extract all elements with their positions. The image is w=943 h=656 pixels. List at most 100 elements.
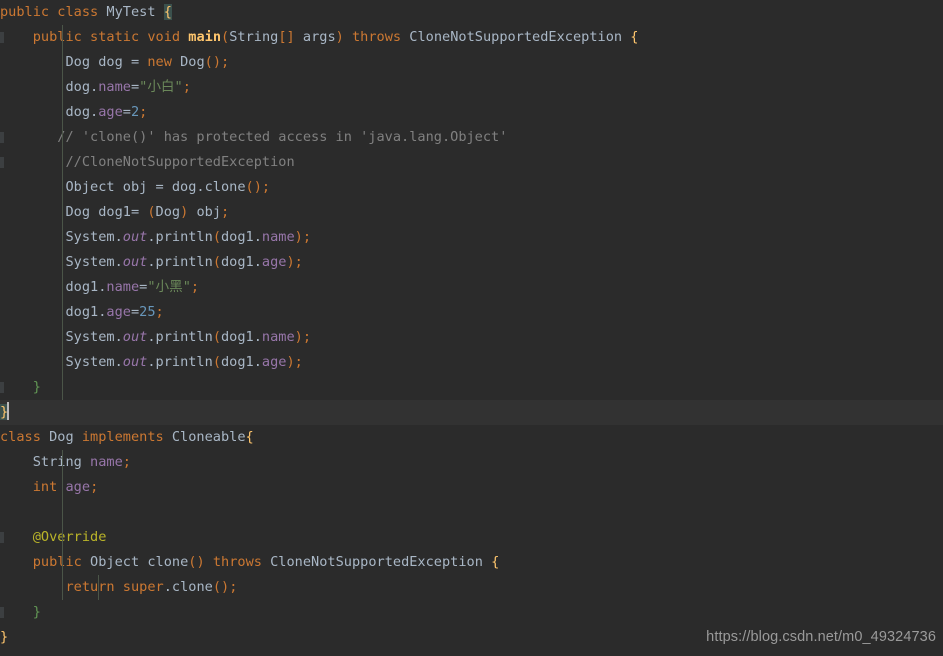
code-line[interactable]: return super.clone(); — [0, 575, 943, 600]
code-line[interactable]: public Object clone() throws CloneNotSup… — [0, 550, 943, 575]
code-token: ; — [90, 479, 99, 495]
indent-guide — [62, 450, 63, 600]
code-token: name — [90, 454, 123, 470]
code-token: ( — [147, 204, 156, 220]
code-token: ; — [182, 79, 191, 95]
code-token: dog.clone — [163, 179, 246, 195]
code-token: = — [130, 79, 140, 95]
code-token: ; — [294, 254, 303, 270]
code-token: String — [0, 454, 91, 470]
code-line[interactable]: int age; — [0, 475, 943, 500]
code-line[interactable]: System.out.println(dog1.age); — [0, 250, 943, 275]
code-token: String — [229, 29, 279, 45]
code-token: Dog — [171, 54, 205, 70]
code-token: out — [122, 329, 148, 345]
code-line[interactable]: public class MyTest { — [0, 0, 943, 25]
code-token: ; — [294, 354, 303, 370]
code-token: dog1. — [221, 329, 262, 345]
code-line[interactable]: @Override — [0, 525, 943, 550]
code-token: } — [32, 379, 41, 395]
code-line[interactable]: dog1.age=25; — [0, 300, 943, 325]
code-editor[interactable]: public class MyTest { public static void… — [0, 0, 943, 656]
code-line[interactable]: } — [0, 400, 943, 425]
code-line[interactable] — [0, 500, 943, 525]
code-token: } — [32, 604, 41, 620]
code-token: out — [122, 354, 148, 370]
code-token: { — [491, 554, 500, 570]
code-token: ) — [294, 329, 303, 345]
code-token: out — [122, 254, 148, 270]
code-token: dog1. — [221, 229, 262, 245]
code-line[interactable]: } — [0, 375, 943, 400]
code-line[interactable]: dog.age=2; — [0, 100, 943, 125]
code-token: ; — [221, 54, 230, 70]
code-token: implements — [81, 429, 164, 445]
code-line[interactable]: dog.name="小白"; — [0, 75, 943, 100]
code-token: public — [0, 4, 50, 20]
code-token: "小黑" — [147, 279, 191, 295]
code-token: dog1. — [0, 304, 107, 320]
code-token: ( — [212, 254, 221, 270]
code-token: 25 — [139, 304, 156, 320]
code-token: dog1. — [221, 254, 262, 270]
code-token: () — [245, 179, 262, 195]
code-line[interactable]: dog1.name="小黑"; — [0, 275, 943, 300]
indent-guide — [62, 25, 63, 400]
code-token: age — [65, 479, 91, 495]
code-token: dog1. — [221, 354, 262, 370]
code-token: = — [155, 179, 164, 195]
code-token: @Override — [32, 529, 107, 545]
code-token: name — [261, 229, 295, 245]
code-token: ( — [221, 29, 230, 45]
code-token: throws — [352, 29, 402, 45]
code-token: class — [0, 429, 41, 445]
code-token: dog. — [0, 79, 99, 95]
code-token: ( — [212, 329, 221, 345]
code-token: () — [212, 579, 230, 595]
code-token: { — [245, 429, 254, 445]
code-token: Cloneable — [163, 429, 246, 445]
code-token: super — [122, 579, 164, 595]
code-token: () — [204, 54, 222, 70]
code-token: ) — [286, 354, 295, 370]
code-token: //CloneNotSupportedException — [65, 154, 295, 170]
code-line[interactable]: Dog dog = new Dog(); — [0, 50, 943, 75]
code-token: .clone — [163, 579, 213, 595]
code-token: = — [122, 104, 131, 120]
code-token: ; — [190, 279, 200, 295]
code-line[interactable]: class Dog implements Cloneable{ — [0, 425, 943, 450]
code-line[interactable]: System.out.println(dog1.age); — [0, 350, 943, 375]
code-token: ( — [212, 229, 221, 245]
code-token: ( — [212, 354, 221, 370]
code-line[interactable]: System.out.println(dog1.name); — [0, 325, 943, 350]
code-token: main — [188, 29, 222, 45]
code-token: age — [261, 354, 287, 370]
code-token: ) — [335, 29, 344, 45]
code-line[interactable]: String name; — [0, 450, 943, 475]
code-line[interactable]: Object obj = dog.clone(); — [0, 175, 943, 200]
code-token: } — [0, 629, 9, 645]
code-token: = — [130, 304, 140, 320]
code-line[interactable]: public static void main(String[] args) t… — [0, 25, 943, 50]
code-token: () — [188, 554, 205, 570]
code-token: MyTest — [106, 4, 156, 20]
code-line[interactable]: Dog dog1= (Dog) obj; — [0, 200, 943, 225]
code-token: CloneNotSupportedException — [401, 29, 631, 45]
code-line[interactable]: } — [0, 600, 943, 625]
code-token: .println — [147, 354, 213, 370]
watermark-url: https://blog.csdn.net/m0_49324736 — [706, 629, 936, 645]
code-token: { — [163, 4, 172, 20]
code-line[interactable]: //CloneNotSupportedException — [0, 150, 943, 175]
code-line[interactable]: // 'clone()' has protected access in 'ja… — [0, 125, 943, 150]
indent-guide — [98, 575, 99, 600]
code-line[interactable]: System.out.println(dog1.name); — [0, 225, 943, 250]
code-token: int — [32, 479, 58, 495]
code-token: .println — [147, 254, 213, 270]
code-surface[interactable]: public class MyTest { public static void… — [0, 0, 943, 650]
